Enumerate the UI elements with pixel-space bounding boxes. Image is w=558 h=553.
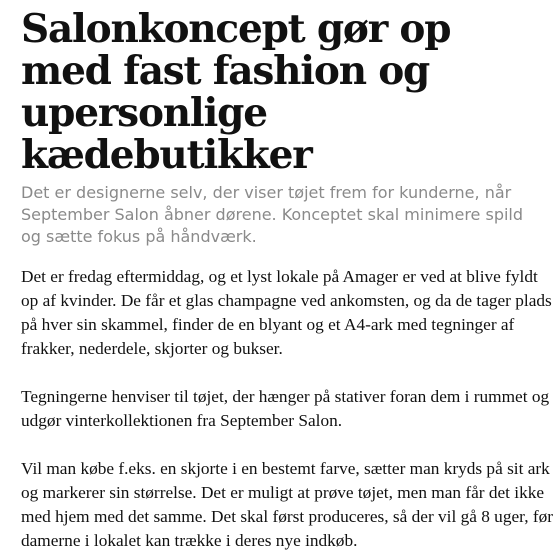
body-paragraph-1: Det er fredag eftermiddag, og et lyst lo… [21,267,552,358]
body-paragraph-2: Tegningerne henviser til tøjet, der hæng… [21,387,550,430]
article-lead: Det er designerne selv, der viser tøjet … [21,183,524,246]
article-headline: Salonkoncept gør op med fast fashion og … [21,6,452,178]
body-paragraph-3: Vil man købe f.eks. en skjorte i en best… [21,459,553,550]
article: Salonkoncept gør op med fast fashion og … [21,6,553,553]
